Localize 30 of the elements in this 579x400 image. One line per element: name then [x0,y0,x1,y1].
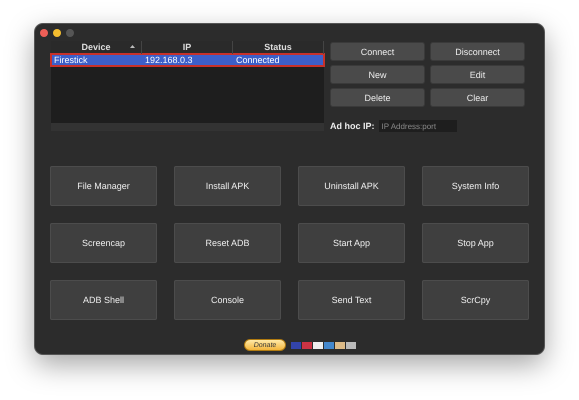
action-button[interactable]: Uninstall APK [298,166,405,206]
column-header[interactable]: Status [264,42,292,53]
action-button[interactable]: Connect [330,42,425,61]
action-button[interactable]: New [330,65,425,84]
table-cell-text: Connected [235,55,281,65]
action-button[interactable]: Install APK [174,166,281,206]
action-button[interactable]: Screencap [50,223,157,263]
action-button[interactable]: Send Text [298,280,405,320]
action-button[interactable]: Reset ADB [174,223,281,263]
ip-input-field[interactable]: IP Address:port [378,120,456,132]
column-header[interactable]: Device [81,42,111,53]
column-header[interactable]: IP [182,42,192,53]
action-button[interactable]: System Info [422,166,529,206]
action-button[interactable]: Edit [430,65,525,84]
action-button[interactable]: Stop App [422,223,529,263]
close-window-icon[interactable] [40,28,48,36]
action-button[interactable]: File Manager [50,166,157,206]
table-row[interactable]: Firestick 192.168.0.3 Connected [51,54,324,66]
action-button[interactable]: Clear [430,88,525,107]
table-cell-text: Firestick [53,55,88,65]
field-label: Ad hoc IP: [330,121,374,131]
action-button[interactable]: Delete [330,88,425,107]
payment-cards-icon [291,342,357,348]
minimize-window-icon[interactable] [53,28,61,36]
action-button[interactable]: Start App [298,223,405,263]
table-cell-text: 192.168.0.3 [144,55,194,65]
action-button[interactable]: Disconnect [430,42,525,61]
action-button[interactable]: ScrCpy [422,280,529,320]
action-button[interactable]: ADB Shell [50,280,157,320]
action-button[interactable]: Console [174,280,281,320]
